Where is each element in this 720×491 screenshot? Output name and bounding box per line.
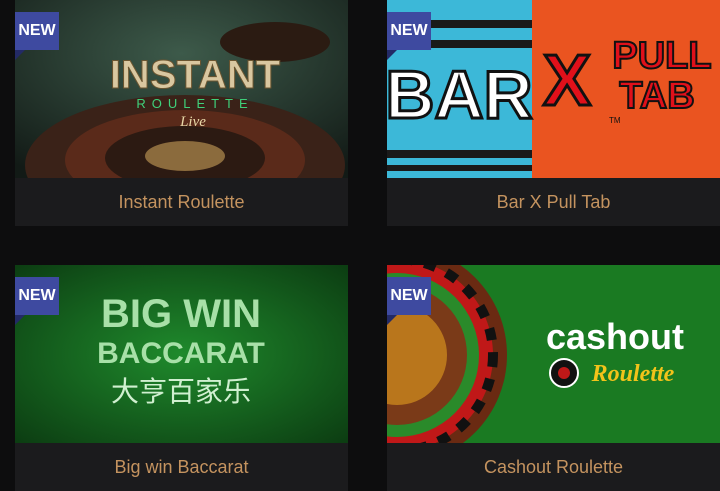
art-line-5: TM	[609, 116, 621, 125]
art-line-1: BIG WIN	[101, 292, 261, 336]
art-line-1: cashout	[546, 316, 684, 357]
art-line-2: X	[543, 41, 591, 121]
game-title[interactable]: Big win Baccarat	[15, 443, 348, 491]
game-card-bar-x-pull-tab[interactable]: BAR X PULL TAB TM NEW Bar X Pull Tab	[387, 0, 720, 226]
art-line-2: ROULETTE	[136, 96, 253, 111]
art-line-3: PULL	[612, 35, 711, 77]
art-line-3: 大亨百家乐	[111, 375, 251, 408]
baccarat-artwork: BIG WIN BACCARAT 大亨百家乐	[15, 265, 348, 443]
new-badge: NEW	[15, 12, 59, 60]
instant-roulette-artwork: INSTANT ROULETTE Live	[15, 0, 348, 178]
new-badge: NEW	[15, 277, 59, 325]
game-thumbnail[interactable]: INSTANT ROULETTE Live NEW	[15, 0, 348, 178]
art-line-4: TAB	[619, 75, 694, 117]
game-card-instant-roulette[interactable]: INSTANT ROULETTE Live NEW Instant Roulet…	[15, 0, 348, 226]
art-line-1: INSTANT	[110, 53, 280, 97]
game-thumbnail[interactable]: BAR X PULL TAB TM NEW	[387, 0, 720, 178]
new-badge: NEW	[387, 12, 431, 60]
art-line-2: BACCARAT	[97, 337, 265, 370]
art-line-1: BAR	[387, 57, 533, 133]
new-badge: NEW	[387, 277, 431, 325]
game-title[interactable]: Instant Roulette	[15, 178, 348, 226]
game-thumbnail[interactable]: cashout Roulette NEW	[387, 265, 720, 443]
art-line-3: Live	[179, 114, 206, 130]
bar-x-artwork: BAR X PULL TAB TM	[387, 0, 720, 178]
game-title[interactable]: Bar X Pull Tab	[387, 178, 720, 226]
cashout-roulette-artwork: cashout Roulette	[387, 265, 720, 443]
game-thumbnail[interactable]: BIG WIN BACCARAT 大亨百家乐 NEW	[15, 265, 348, 443]
game-card-cashout-roulette[interactable]: cashout Roulette NEW Cashout Roulette	[387, 265, 720, 491]
game-card-big-win-baccarat[interactable]: BIG WIN BACCARAT 大亨百家乐 NEW Big win Bacca…	[15, 265, 348, 491]
art-line-2: Roulette	[591, 361, 675, 387]
game-title[interactable]: Cashout Roulette	[387, 443, 720, 491]
